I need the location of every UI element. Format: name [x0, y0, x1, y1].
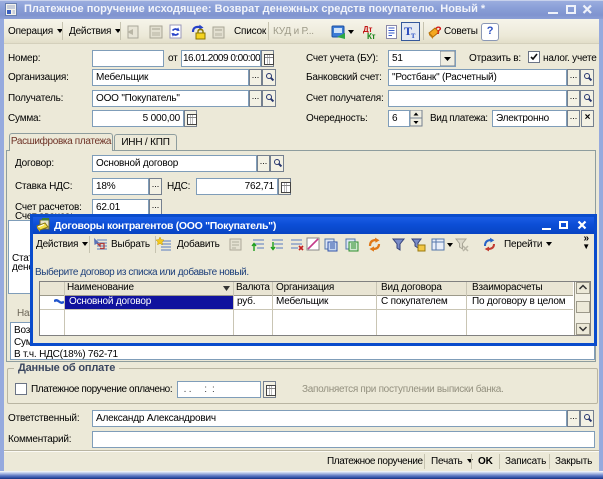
svg-text:Кт: Кт [367, 32, 376, 40]
svg-text:?: ? [435, 25, 442, 37]
svg-text:т: т [411, 30, 416, 40]
